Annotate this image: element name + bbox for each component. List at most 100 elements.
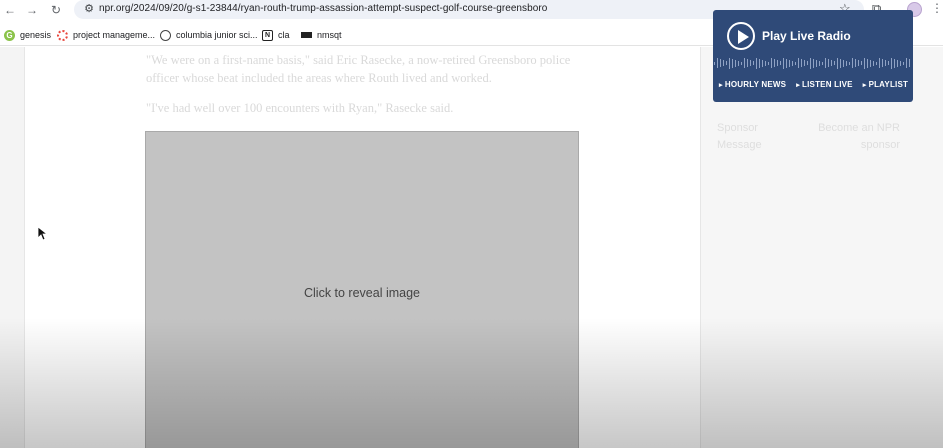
bookmark-columbia[interactable]: columbia junior sci... xyxy=(160,28,258,42)
waveform-bar xyxy=(789,59,790,67)
hourly-news-link[interactable]: HOURLY NEWS xyxy=(719,80,786,89)
menu-icon[interactable]: ⋮ xyxy=(931,1,943,15)
notion-icon: N xyxy=(262,29,273,41)
waveform-bar xyxy=(756,57,757,69)
waveform-bar xyxy=(786,58,787,68)
globe-icon xyxy=(160,29,171,41)
waveform-bar xyxy=(894,58,895,68)
waveform-bar xyxy=(771,58,772,68)
waveform-bar xyxy=(888,61,889,65)
audio-waveform xyxy=(713,57,913,69)
waveform-bar xyxy=(723,60,724,66)
waveform-bar xyxy=(852,58,853,68)
waveform-bar xyxy=(906,58,907,68)
waveform-bar xyxy=(750,60,751,66)
waveform-bar xyxy=(804,60,805,66)
waveform-bar xyxy=(837,57,838,69)
nmsqt-icon xyxy=(301,32,312,38)
radio-title[interactable]: Play Live Radio xyxy=(762,29,851,43)
waveform-bar xyxy=(855,59,856,67)
sidebar xyxy=(700,47,943,448)
waveform-bar xyxy=(891,57,892,69)
back-icon[interactable]: ← xyxy=(2,2,18,18)
waveform-bar xyxy=(873,60,874,66)
waveform-bar xyxy=(738,60,739,66)
waveform-bar xyxy=(849,61,850,65)
bookmark-cla[interactable]: N cla xyxy=(262,28,290,42)
waveform-bar xyxy=(777,60,778,66)
bookmark-label: project manageme... xyxy=(73,30,156,40)
waveform-bar xyxy=(795,61,796,65)
bookmark-label: cla xyxy=(278,30,290,40)
bookmark-genesis[interactable]: G genesis xyxy=(4,28,51,42)
reload-icon[interactable]: ↻ xyxy=(48,2,64,18)
waveform-bar xyxy=(783,57,784,69)
sponsor-message: Sponsor Message xyxy=(717,122,762,151)
url-text[interactable]: npr.org/2024/09/20/g-s1-23844/ryan-routh… xyxy=(99,3,547,14)
waveform-bar xyxy=(840,58,841,68)
waveform-bar xyxy=(774,59,775,67)
forward-icon[interactable]: → xyxy=(24,2,40,18)
waveform-bar xyxy=(753,61,754,65)
waveform-bar xyxy=(813,58,814,68)
waveform-bar xyxy=(759,58,760,68)
waveform-bar xyxy=(870,59,871,67)
genesis-icon: G xyxy=(4,29,15,41)
waveform-bar xyxy=(729,57,730,69)
waveform-bar xyxy=(816,59,817,67)
article-paragraph: "I've had well over 100 encounters with … xyxy=(146,101,454,115)
waveform-bar xyxy=(882,59,883,67)
waveform-bar xyxy=(807,61,808,65)
waveform-bar xyxy=(879,58,880,68)
waveform-bar xyxy=(867,58,868,68)
waveform-bar xyxy=(834,61,835,65)
project-management-icon xyxy=(57,29,68,41)
waveform-bar xyxy=(819,60,820,66)
radio-links: HOURLY NEWS LISTEN LIVE PLAYLIST xyxy=(719,80,913,89)
waveform-bar xyxy=(810,57,811,69)
playlist-link[interactable]: PLAYLIST xyxy=(863,80,908,89)
waveform-bar xyxy=(732,58,733,68)
waveform-bar xyxy=(726,61,727,65)
waveform-bar xyxy=(858,60,859,66)
waveform-bar xyxy=(762,59,763,67)
left-gutter xyxy=(0,47,25,448)
become-sponsor-link[interactable]: Become an NPR sponsor xyxy=(800,120,900,154)
waveform-bar xyxy=(801,59,802,67)
bookmark-project-management[interactable]: project manageme... xyxy=(57,28,155,42)
waveform-bar xyxy=(714,61,715,65)
live-radio-widget: Play Live Radio HOURLY NEWS LISTEN LIVE … xyxy=(713,10,913,102)
waveform-bar xyxy=(825,58,826,68)
waveform-bar xyxy=(735,59,736,67)
bookmark-label: genesis xyxy=(20,30,52,40)
waveform-bar xyxy=(831,60,832,66)
listen-live-link[interactable]: LISTEN LIVE xyxy=(796,80,853,89)
waveform-bar xyxy=(885,60,886,66)
waveform-bar xyxy=(828,59,829,67)
waveform-bar xyxy=(897,59,898,67)
bookmark-nmsqt[interactable]: nmsqt xyxy=(301,28,342,42)
article-paragraph: "We were on a first-name basis," said Er… xyxy=(146,53,571,85)
waveform-bar xyxy=(876,61,877,65)
waveform-bar xyxy=(744,58,745,68)
hidden-image[interactable]: Click to reveal image xyxy=(145,131,579,448)
waveform-bar xyxy=(909,59,910,67)
bookmark-label: columbia junior sci... xyxy=(176,30,258,40)
waveform-bar xyxy=(720,59,721,67)
site-settings-icon[interactable]: ⚙ xyxy=(82,2,96,16)
waveform-bar xyxy=(864,57,865,69)
play-button[interactable] xyxy=(727,22,755,50)
waveform-bar xyxy=(903,61,904,65)
waveform-bar xyxy=(765,60,766,66)
waveform-bar xyxy=(747,59,748,67)
waveform-bar xyxy=(717,58,718,68)
reveal-image-label[interactable]: Click to reveal image xyxy=(146,286,578,300)
bookmark-label: nmsqt xyxy=(317,30,342,40)
waveform-bar xyxy=(780,61,781,65)
waveform-bar xyxy=(822,61,823,65)
waveform-bar xyxy=(900,60,901,66)
waveform-bar xyxy=(861,61,862,65)
waveform-bar xyxy=(798,58,799,68)
page-content: "We were on a first-name basis," said Er… xyxy=(0,47,943,448)
waveform-bar xyxy=(741,61,742,65)
